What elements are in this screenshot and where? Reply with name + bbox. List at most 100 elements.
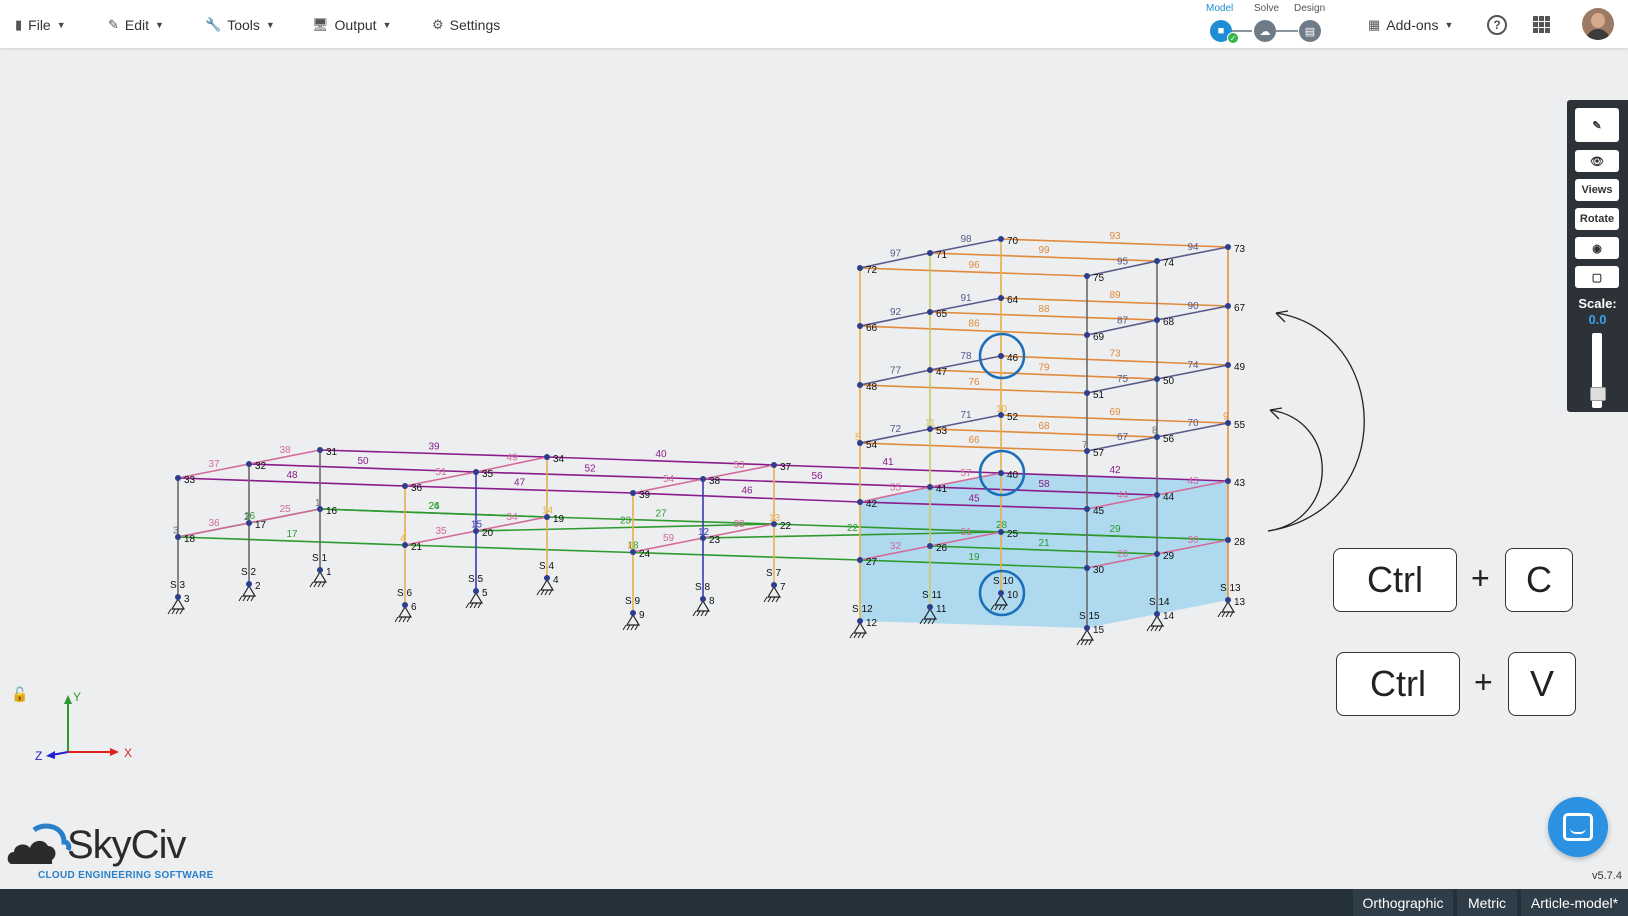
axis-triad: Y X Z [35,690,132,763]
beam-member-label: 49 [507,453,519,464]
model-node [544,575,550,581]
beam-member-label: 36 [209,518,221,529]
model-node [1084,448,1090,454]
beam-member-label: 89 [1110,290,1122,301]
beam-member-label: 44 [1117,490,1129,501]
menu-file[interactable]: ▮ File ▼ [15,15,66,35]
support-symbol [397,605,413,618]
views-button[interactable]: Views [1575,179,1619,201]
model-node [246,581,252,587]
model-node [927,484,933,490]
model-node [402,602,408,608]
support-hatch [622,624,627,631]
paste-arrow-lower [1267,409,1323,532]
3d-view-button[interactable]: ▢ [1575,266,1619,288]
support-label: S 15 [1079,611,1100,622]
support-hatch [634,624,639,631]
cloud-icon: ☁ [1259,25,1271,38]
beam-member-label: 51 [436,467,448,478]
support-hatch [246,595,251,602]
node-label: 44 [1163,492,1175,503]
menu-addons[interactable]: ▦ Add-ons ▼ [1368,15,1453,35]
node-label: 42 [866,499,878,510]
units-toggle[interactable]: Metric [1457,889,1517,916]
node-label: 3 [184,594,190,605]
beam-member-label: 94 [1188,242,1200,253]
node-label: 53 [936,426,948,437]
beam-member-label: 31 [961,527,973,538]
help-icon[interactable]: ? [1487,15,1507,35]
beam-member-label: 68 [1039,421,1051,432]
beam-member-label: 67 [1117,432,1129,443]
model-node [1225,597,1231,603]
support-hatch [767,596,772,603]
node-label: 41 [936,484,948,495]
node-label: 55 [1234,420,1246,431]
screenshot-button[interactable]: ◉ [1575,237,1619,259]
support-label: S 13 [1220,583,1241,594]
beam-member-label: 34 [507,512,519,523]
support-hatch [406,616,411,623]
support-symbol [1079,628,1095,641]
beam-member-label: 93 [1110,231,1122,242]
support-label: S 8 [695,582,710,593]
model-node [1084,332,1090,338]
node-label: 65 [936,309,948,320]
model-node [1154,258,1160,264]
support-hatch [849,632,854,639]
beam-member-label: 22 [847,523,859,534]
node-label: 75 [1093,273,1105,284]
support-hatch [771,596,776,603]
model-node [857,499,863,505]
node-label: 35 [482,469,494,480]
node-label: 54 [866,440,878,451]
support-hatch [540,589,545,596]
model-node [857,557,863,563]
avatar[interactable] [1582,8,1614,40]
beam-member-label: 50 [358,456,370,467]
edit-tool-button[interactable]: ✎ [1575,108,1619,142]
node-label: 29 [1163,551,1175,562]
menu-tools[interactable]: 🔧 Tools ▼ [205,15,275,35]
node-label: 21 [411,542,423,553]
menu-settings[interactable]: ⚙ Settings [432,15,500,35]
support-symbol [1149,614,1165,627]
node-label: 7 [780,582,786,593]
rotate-button[interactable]: Rotate [1575,208,1619,230]
support-label: S 6 [397,588,412,599]
support-label: S 12 [852,604,873,615]
model-node [927,309,933,315]
model-node [927,426,933,432]
support-hatch [398,616,403,623]
beam-member-label: 27 [656,509,668,520]
model-node [246,520,252,526]
node-label: 11 [936,604,947,615]
workflow-solve-button[interactable]: ☁ [1254,20,1276,42]
logo-name: SkyCiv [67,823,186,867]
unlock-icon[interactable]: 🔓 [11,686,28,703]
model-node [317,567,323,573]
visibility-button[interactable]: 👁 [1575,150,1619,172]
beam-member-label: 96 [969,260,981,271]
beam-member-label: 54 [663,474,675,485]
apps-grid-icon[interactable] [1533,16,1550,33]
support-hatch [1158,625,1163,632]
model-viewport[interactable]: 1624172623271822281921293625353459333231… [0,48,1628,889]
menu-edit-label: Edit [124,17,150,33]
file-name[interactable]: Article-model* [1521,889,1628,916]
workflow-design-label: Design [1294,3,1326,14]
node-label: 30 [1093,565,1105,576]
chat-button[interactable] [1548,797,1608,857]
menu-output[interactable]: 🖥 Output ▼ [312,15,391,35]
beam-member-label: 47 [514,478,526,489]
model-node [998,412,1004,418]
beam-member-label: 77 [890,366,902,377]
scale-slider-handle[interactable] [1590,386,1606,401]
projection-toggle[interactable]: Orthographic [1353,889,1453,916]
menu-edit[interactable]: ✎ Edit ▼ [108,15,164,35]
beam-member-label: 88 [1039,304,1051,315]
support-hatch [861,632,866,639]
workflow-design-button[interactable]: ▤ [1299,20,1321,42]
support-label: S 2 [241,567,256,578]
beam-member-label: 76 [969,377,981,388]
